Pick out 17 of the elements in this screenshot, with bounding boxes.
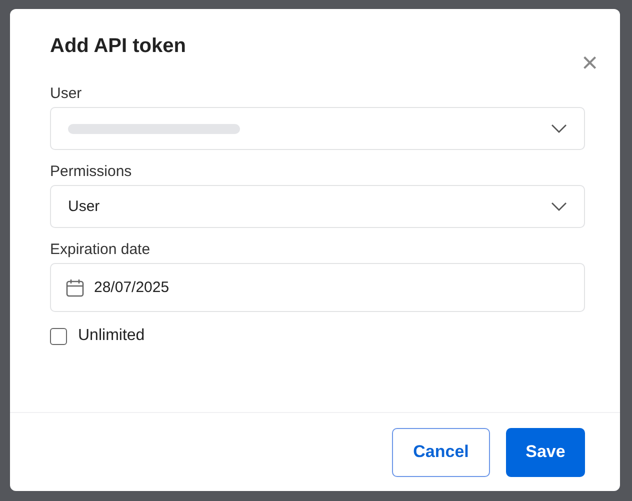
- checkbox[interactable]: [50, 328, 67, 344]
- field-label: Expiration date: [50, 241, 152, 258]
- cancel-button[interactable]: Cancel: [392, 428, 490, 476]
- chevron-down-icon: [551, 202, 567, 211]
- date-field[interactable]: 28/07/2025: [50, 263, 585, 312]
- select-field[interactable]: [50, 107, 585, 150]
- date-value: 28/07/2025: [94, 279, 170, 296]
- chevron-down-icon: [551, 124, 567, 133]
- field-label: User: [50, 85, 83, 102]
- select-value: User: [68, 198, 100, 215]
- checkbox-label: Unlimited: [78, 327, 145, 345]
- calendar-icon: [66, 278, 84, 296]
- select-field[interactable]: User: [50, 185, 585, 228]
- dialog-title: Add API token: [50, 35, 186, 58]
- field-label: Permissions: [50, 163, 133, 180]
- save-button[interactable]: Save: [506, 428, 585, 476]
- close-button[interactable]: ×: [578, 49, 602, 77]
